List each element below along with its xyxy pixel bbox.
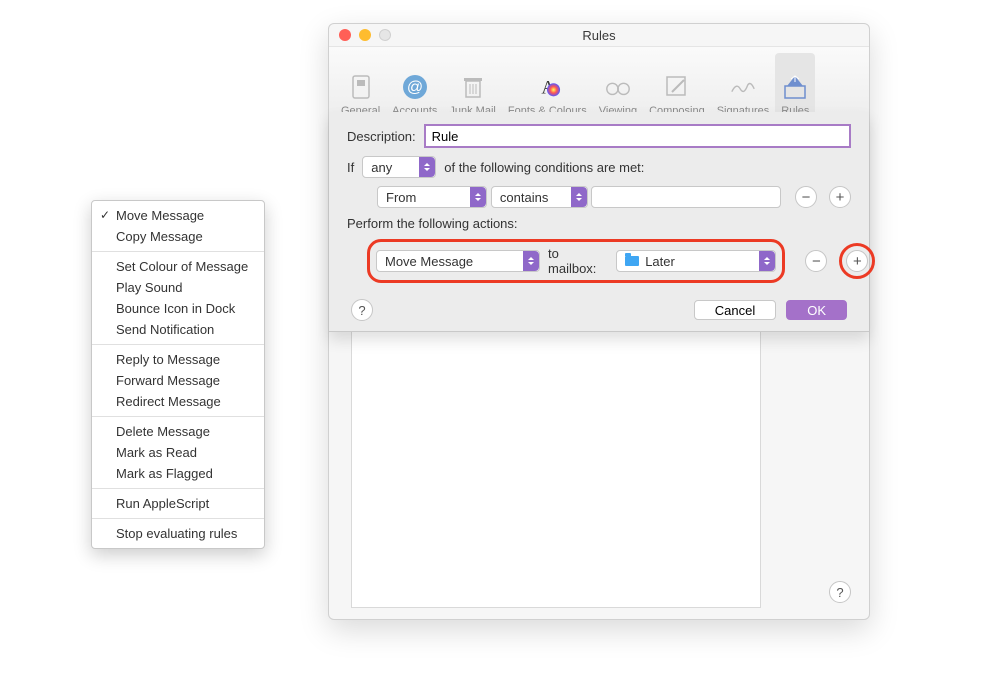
- tab-junk-mail[interactable]: Junk Mail: [443, 53, 501, 117]
- sheet-button-row: ? Cancel OK: [329, 295, 869, 321]
- remove-condition-button[interactable]: −: [795, 186, 817, 208]
- ok-button[interactable]: OK: [786, 300, 847, 320]
- tab-viewing[interactable]: Viewing: [593, 53, 643, 117]
- tab-accounts[interactable]: @ Accounts: [386, 53, 443, 117]
- condition-add-remove: − +: [795, 186, 851, 208]
- condition-op-value: contains: [500, 190, 548, 205]
- to-mailbox-label: to mailbox:: [548, 246, 608, 276]
- condition-value-input[interactable]: [591, 186, 781, 208]
- condition-field-value: From: [386, 190, 416, 205]
- trash-icon: [459, 73, 487, 101]
- mailbox-popup[interactable]: Later: [616, 250, 776, 272]
- updown-icon: [523, 251, 539, 271]
- menu-item[interactable]: Delete Message: [92, 421, 264, 442]
- remove-action-button[interactable]: −: [805, 250, 827, 272]
- cancel-button[interactable]: Cancel: [694, 300, 776, 320]
- menu-separator: [92, 416, 264, 417]
- help-corner: ?: [829, 581, 851, 603]
- menu-item[interactable]: Move Message: [92, 205, 264, 226]
- tab-fonts-colours[interactable]: A Fonts & Colours: [502, 53, 593, 117]
- menu-item[interactable]: Mark as Read: [92, 442, 264, 463]
- svg-text:@: @: [407, 79, 423, 96]
- if-tail-label: of the following conditions are met:: [444, 160, 644, 175]
- menu-item[interactable]: Reply to Message: [92, 349, 264, 370]
- switch-icon: [347, 73, 375, 101]
- rule-editor-sheet: Description: If any of the following con…: [329, 112, 869, 332]
- menu-item[interactable]: Send Notification: [92, 319, 264, 340]
- tab-general[interactable]: General: [335, 53, 386, 117]
- window-title: Rules: [329, 28, 869, 43]
- menu-separator: [92, 518, 264, 519]
- at-icon: @: [401, 73, 429, 101]
- rules-list-area: [351, 324, 761, 608]
- action-value: Move Message: [385, 254, 473, 269]
- updown-icon: [470, 187, 486, 207]
- if-row: If any of the following conditions are m…: [347, 156, 851, 178]
- if-label: If: [347, 160, 354, 175]
- description-input[interactable]: [424, 124, 851, 148]
- rules-icon: [781, 73, 809, 101]
- match-mode-popup[interactable]: any: [362, 156, 436, 178]
- perform-label: Perform the following actions:: [347, 216, 518, 231]
- action-popup[interactable]: Move Message: [376, 250, 540, 272]
- menu-item[interactable]: Redirect Message: [92, 391, 264, 412]
- mailbox-value: Later: [645, 254, 675, 269]
- menu-item[interactable]: Mark as Flagged: [92, 463, 264, 484]
- titlebar: Rules: [329, 24, 869, 47]
- action-context-menu[interactable]: Move MessageCopy Message Set Colour of Me…: [91, 200, 265, 549]
- condition-row: From contains − +: [347, 186, 851, 208]
- folder-icon: [625, 256, 639, 266]
- menu-item[interactable]: Play Sound: [92, 277, 264, 298]
- description-row: Description:: [347, 124, 851, 148]
- tab-composing[interactable]: Composing: [643, 53, 711, 117]
- tab-signatures[interactable]: Signatures: [711, 53, 776, 117]
- menu-item[interactable]: Set Colour of Message: [92, 256, 264, 277]
- preferences-toolbar: General @ Accounts Junk Mail A Fonts & C…: [329, 47, 869, 118]
- tab-rules[interactable]: Rules: [775, 53, 815, 117]
- add-condition-button[interactable]: +: [829, 186, 851, 208]
- perform-label-row: Perform the following actions:: [347, 216, 851, 231]
- glasses-icon: [604, 73, 632, 101]
- action-row: Move Message to mailbox: Later − +: [347, 239, 851, 283]
- compose-icon: [663, 73, 691, 101]
- menu-item[interactable]: Copy Message: [92, 226, 264, 247]
- updown-icon: [759, 251, 775, 271]
- updown-icon: [419, 157, 435, 177]
- fonts-colours-icon: A: [533, 73, 561, 101]
- help-button[interactable]: ?: [829, 581, 851, 603]
- action-add-remove: − +: [805, 243, 875, 279]
- menu-separator: [92, 344, 264, 345]
- condition-field-popup[interactable]: From: [377, 186, 487, 208]
- help-button[interactable]: ?: [351, 299, 373, 321]
- menu-item[interactable]: Run AppleScript: [92, 493, 264, 514]
- match-mode-value: any: [371, 160, 392, 175]
- signature-icon: [729, 73, 757, 101]
- menu-item[interactable]: Forward Message: [92, 370, 264, 391]
- description-label: Description:: [347, 129, 416, 144]
- menu-item[interactable]: Bounce Icon in Dock: [92, 298, 264, 319]
- updown-icon: [571, 187, 587, 207]
- preferences-window: Rules General @ Accounts Junk Mail A: [328, 23, 870, 620]
- add-action-highlight: +: [839, 243, 875, 279]
- menu-separator: [92, 251, 264, 252]
- add-action-button[interactable]: +: [846, 250, 868, 272]
- action-highlight: Move Message to mailbox: Later: [367, 239, 785, 283]
- menu-separator: [92, 488, 264, 489]
- menu-item[interactable]: Stop evaluating rules: [92, 523, 264, 544]
- condition-op-popup[interactable]: contains: [491, 186, 588, 208]
